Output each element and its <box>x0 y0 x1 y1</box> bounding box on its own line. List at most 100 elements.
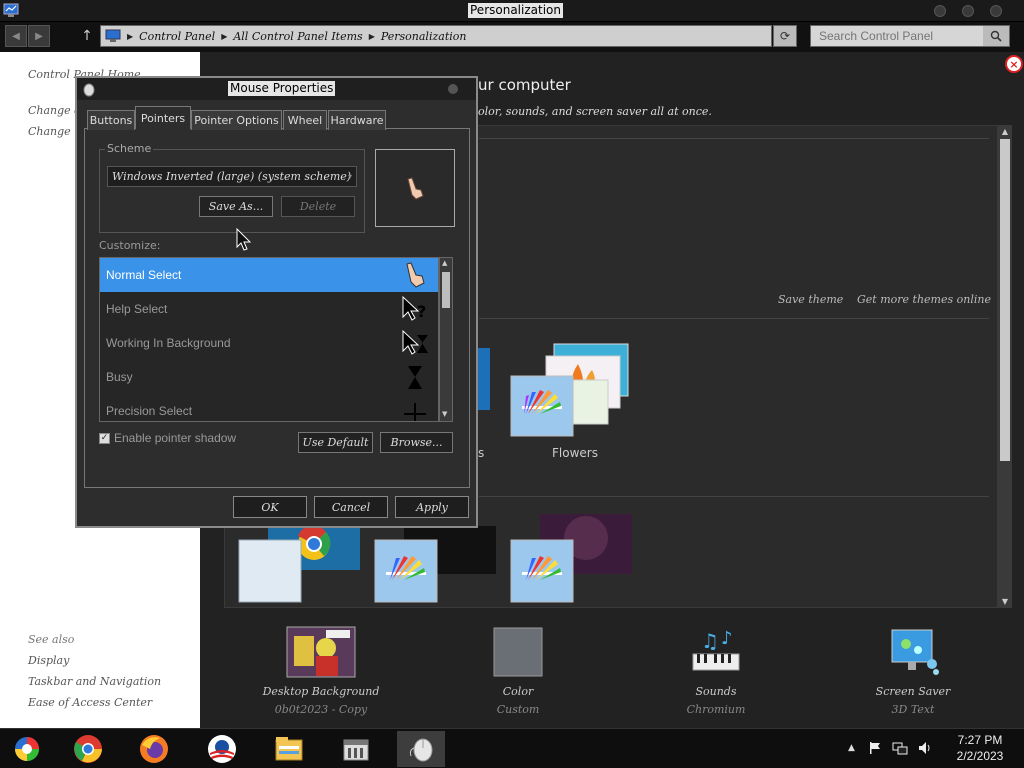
scroll-thumb[interactable] <box>1000 139 1010 461</box>
get-more-themes-link[interactable]: Get more themes online <box>857 293 991 306</box>
refresh-button[interactable]: ⟳ <box>773 25 797 47</box>
list-item[interactable]: Help Select ? <box>100 292 438 326</box>
desktop-background-item[interactable]: Desktop Background 0b0t2023 - Copy <box>251 626 391 716</box>
sounds-item[interactable]: ♫ ♪ Sounds Chromium <box>646 626 786 716</box>
scroll-down-icon[interactable]: ▼ <box>442 410 447 418</box>
control-panel-icon <box>105 29 121 42</box>
working-icon <box>402 329 428 355</box>
network-icon[interactable] <box>892 741 908 755</box>
file-explorer-icon[interactable] <box>265 731 313 767</box>
browse-button[interactable]: Browse... <box>380 432 453 453</box>
address-bar[interactable]: ▶ Control Panel ▶ All Control Panel Item… <box>100 25 772 47</box>
pointer-shadow-checkbox[interactable]: ✓ <box>99 432 110 444</box>
list-item[interactable]: Working In Background <box>100 326 438 360</box>
hourglass-icon <box>408 366 422 389</box>
search-box[interactable] <box>810 25 1010 47</box>
color-swatch-icon <box>493 627 543 677</box>
change-desktop-icons-link[interactable]: Change d <box>28 104 81 117</box>
control-panel-icon <box>3 3 19 17</box>
scheme-label: Scheme <box>105 142 154 155</box>
dialog-close-button[interactable] <box>448 84 458 94</box>
desktop-background-icon <box>286 626 356 678</box>
firefox-icon[interactable] <box>130 731 178 767</box>
page-subheading: olor, sounds, and screen saver all at on… <box>478 105 712 118</box>
scroll-up-icon[interactable]: ▲ <box>998 125 1012 137</box>
tab-hardware[interactable]: Hardware <box>328 110 386 130</box>
ok-button[interactable]: OK <box>233 496 307 518</box>
svg-text:♫: ♫ <box>701 629 719 653</box>
use-default-button[interactable]: Use Default <box>298 432 373 453</box>
clock[interactable]: 7:27 PM 2/2/2023 <box>940 732 1020 764</box>
flowers-theme-thumbnail[interactable] <box>478 340 638 440</box>
tab-pointers[interactable]: Pointers <box>135 106 191 129</box>
cancel-button[interactable]: Cancel <box>314 496 388 518</box>
tab-wheel[interactable]: Wheel <box>283 110 327 130</box>
help-select-icon: ? <box>402 295 426 321</box>
maximize-button[interactable] <box>962 5 974 17</box>
chevron-up-icon[interactable]: ▲ <box>848 743 855 753</box>
back-button[interactable]: ◀ <box>5 25 27 47</box>
screen-saver-label: Screen Saver <box>875 685 951 698</box>
pointer-shadow-row[interactable]: ✓ Enable pointer shadow <box>99 431 236 445</box>
apply-button[interactable]: Apply <box>395 496 469 518</box>
chevron-right-icon[interactable]: ▶ <box>221 32 227 41</box>
breadcrumb-control-panel[interactable]: Control Panel <box>139 30 215 43</box>
delete-button[interactable]: Delete <box>281 196 355 217</box>
breadcrumb-personalization[interactable]: Personalization <box>381 30 467 43</box>
customize-label: Customize: <box>99 239 161 252</box>
page-heading: ur computer <box>478 76 571 94</box>
obama-logo-icon[interactable] <box>198 731 246 767</box>
chrome-icon[interactable] <box>64 731 112 767</box>
scroll-up-icon[interactable]: ▲ <box>442 259 447 267</box>
chevron-right-icon: ▶ <box>127 31 134 41</box>
svg-text:♪: ♪ <box>721 628 733 649</box>
clock-date: 2/2/2023 <box>956 749 1004 763</box>
cursor-name: Normal Select <box>106 268 182 282</box>
chevron-right-icon[interactable]: ▶ <box>369 32 375 41</box>
display-link[interactable]: Display <box>28 654 69 667</box>
tab-pointer-options[interactable]: Pointer Options <box>191 110 282 130</box>
mouse-icon[interactable] <box>397 731 445 767</box>
cursor-name: Help Select <box>106 302 168 316</box>
save-as-button[interactable]: Save As... <box>199 196 273 217</box>
search-input[interactable] <box>811 26 983 46</box>
dialog-title-bar[interactable]: Mouse Properties <box>77 78 476 100</box>
scheme-value: Windows Inverted (large) (system scheme) <box>112 170 352 183</box>
pointer-shadow-label: Enable pointer shadow <box>114 431 237 445</box>
scroll-down-icon[interactable]: ▼ <box>998 595 1012 607</box>
list-item[interactable]: Busy <box>100 360 438 394</box>
tab-buttons[interactable]: Buttons <box>87 110 135 130</box>
flag-icon[interactable] <box>868 741 882 755</box>
color-label: Color <box>502 685 534 698</box>
cursor-list-scrollbar[interactable]: ▲ ▼ <box>439 257 453 422</box>
cursor-list[interactable]: Normal Select Help Select ? Working In B… <box>99 257 439 422</box>
control-panel-icon[interactable] <box>3 731 51 767</box>
ease-of-access-link[interactable]: Ease of Access Center <box>28 696 152 709</box>
chevron-down-icon: ▾ <box>347 172 352 181</box>
themes-scrollbar[interactable]: ▲ ▼ <box>998 125 1012 608</box>
clock-time: 7:27 PM <box>957 733 1003 747</box>
help-close-icon[interactable]: × <box>1005 55 1023 73</box>
list-item[interactable]: Normal Select <box>100 258 438 292</box>
screen-saver-item[interactable]: Screen Saver 3D Text <box>843 626 983 716</box>
address-row: ◀ ▶ ↑ ▶ Control Panel ▶ All Control Pane… <box>0 22 1024 52</box>
list-item[interactable]: Precision Select <box>100 394 438 421</box>
cursor-name: Working In Background <box>106 336 231 350</box>
breadcrumb-all-items[interactable]: All Control Panel Items <box>233 30 362 43</box>
minimize-button[interactable] <box>934 5 946 17</box>
crosshair-icon <box>404 403 426 421</box>
store-icon[interactable] <box>332 731 380 767</box>
scheme-dropdown[interactable]: Windows Inverted (large) (system scheme)… <box>107 166 357 187</box>
taskbar-navigation-link[interactable]: Taskbar and Navigation <box>28 675 161 688</box>
theme-label-partial: s <box>478 446 485 460</box>
scroll-thumb[interactable] <box>442 272 450 308</box>
save-theme-link[interactable]: Save theme <box>778 293 843 306</box>
color-item[interactable]: Color Custom <box>448 626 588 716</box>
up-arrow-icon[interactable]: ↑ <box>78 26 96 46</box>
scheme-group <box>99 149 365 233</box>
search-icon[interactable] <box>983 26 1009 46</box>
volume-icon[interactable] <box>917 741 933 755</box>
close-button[interactable] <box>990 5 1002 17</box>
forward-button[interactable]: ▶ <box>28 25 50 47</box>
dialog-title: Mouse Properties <box>228 81 336 96</box>
